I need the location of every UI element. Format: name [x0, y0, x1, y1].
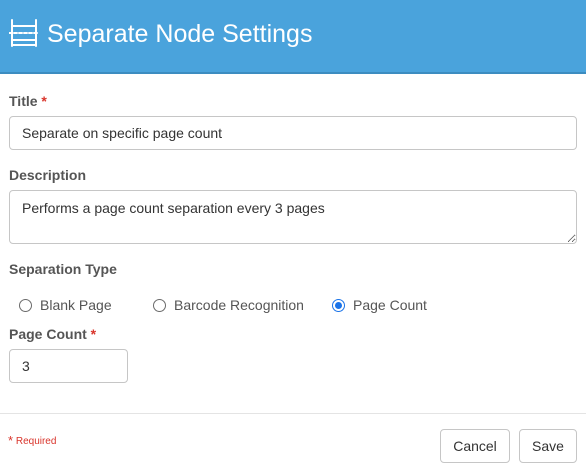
cancel-button[interactable]: Cancel [440, 429, 510, 463]
page-count-label: Page Count * [9, 326, 96, 342]
required-note-text: Required [15, 436, 57, 447]
footer-divider [0, 413, 586, 414]
radio-blank-page[interactable]: Blank Page [19, 296, 112, 314]
description-textarea[interactable]: Performs a page count separation every 3… [9, 190, 577, 244]
separate-node-icon [9, 19, 39, 47]
save-button[interactable]: Save [519, 429, 577, 463]
radio-barcode-recognition-label: Barcode Recognition [174, 297, 304, 313]
page-count-required-mark: * [90, 326, 97, 342]
radio-page-count-circle[interactable] [332, 298, 345, 312]
separation-type-label: Separation Type [9, 261, 117, 277]
radio-page-count-label: Page Count [353, 297, 427, 313]
title-label-text: Title [9, 93, 38, 109]
title-label: Title * [9, 93, 47, 109]
description-label: Description [9, 167, 87, 183]
radio-blank-page-label: Blank Page [40, 297, 112, 313]
radio-barcode-recognition[interactable]: Barcode Recognition [153, 296, 304, 314]
page-count-label-text: Page Count [9, 326, 87, 342]
required-note: * Required [8, 433, 56, 448]
radio-blank-page-circle[interactable] [19, 298, 32, 312]
page-count-input[interactable] [9, 349, 128, 383]
radio-barcode-recognition-circle[interactable] [153, 298, 166, 312]
radio-page-count[interactable]: Page Count [332, 296, 427, 314]
dialog-title: Separate Node Settings [47, 20, 313, 48]
title-required-mark: * [41, 93, 47, 109]
title-input[interactable] [9, 116, 577, 150]
required-note-star: * [8, 433, 14, 448]
dialog-header: Separate Node Settings [0, 0, 586, 74]
